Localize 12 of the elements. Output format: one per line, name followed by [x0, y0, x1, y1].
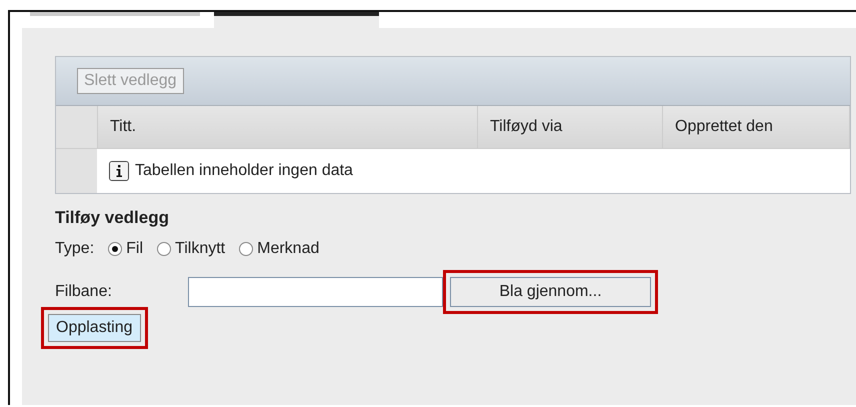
upload-button[interactable]: Opplasting [48, 314, 140, 342]
column-header[interactable]: Tilføyd via [478, 106, 663, 148]
browse-button[interactable]: Bla gjennom... [450, 277, 651, 307]
section-heading: Tilføy vedlegg [55, 208, 170, 228]
type-label: Type: [55, 240, 94, 258]
radio-label[interactable]: Merknad [257, 240, 320, 258]
empty-table-message: Tabellen inneholder ingen data [135, 162, 353, 180]
column-header[interactable]: Opprettet den [663, 106, 850, 148]
radio-label[interactable]: Fil [126, 240, 144, 258]
column-header[interactable]: Titt. [98, 106, 478, 148]
radio-label[interactable]: Tilknytt [175, 240, 226, 258]
file-path-label: Filbane: [55, 283, 113, 301]
